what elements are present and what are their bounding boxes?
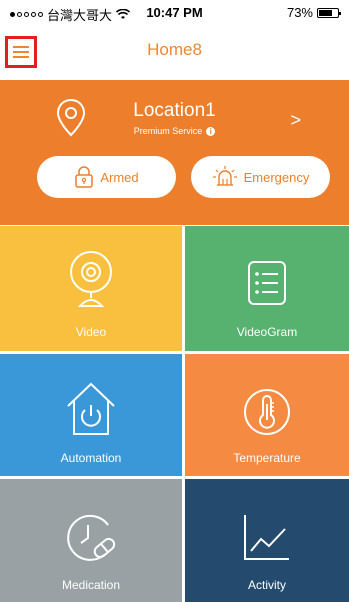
clock-pill-icon <box>67 514 116 561</box>
battery-percent: 73% <box>286 5 313 20</box>
tile-videogram-label: VideoGram <box>236 325 298 339</box>
armed-button[interactable]: Armed <box>37 156 176 198</box>
armed-label: Armed <box>100 169 139 185</box>
tile-medication-label: Medication <box>61 578 121 592</box>
tile-temperature-label: Temperature <box>233 451 301 465</box>
siren-icon <box>212 166 237 186</box>
list-icon <box>248 261 286 305</box>
tile-temperature[interactable]: Temperature <box>185 354 349 476</box>
line-chart-icon <box>244 515 289 560</box>
tile-medication[interactable]: Medication <box>0 479 182 602</box>
lock-icon <box>75 166 94 188</box>
page-title: Home8 <box>147 40 202 59</box>
battery-group: 73% <box>286 5 341 20</box>
service-label: Premium Service <box>133 126 203 136</box>
tile-video-label: Video <box>75 325 107 339</box>
camera-icon <box>70 251 112 307</box>
location-detail-arrow[interactable]: > <box>290 110 301 131</box>
tile-automation-label: Automation <box>60 451 122 465</box>
tile-activity[interactable]: Activity <box>185 479 349 602</box>
emergency-button[interactable]: Emergency <box>191 156 330 198</box>
thermometer-icon <box>244 389 290 435</box>
status-bar: 台灣大哥大 10:47 PM 73% <box>0 0 349 24</box>
emergency-label: Emergency <box>243 169 310 185</box>
tile-activity-label: Activity <box>247 578 286 592</box>
tile-videogram[interactable]: VideoGram <box>185 226 349 351</box>
info-icon[interactable]: i <box>206 127 216 137</box>
battery-icon <box>317 7 341 18</box>
tile-automation[interactable]: Automation <box>0 354 182 476</box>
location-header: Location1 Premium Service i > Armed Emerg… <box>0 80 349 225</box>
house-power-icon <box>67 382 115 435</box>
tile-video[interactable]: Video <box>0 226 182 351</box>
